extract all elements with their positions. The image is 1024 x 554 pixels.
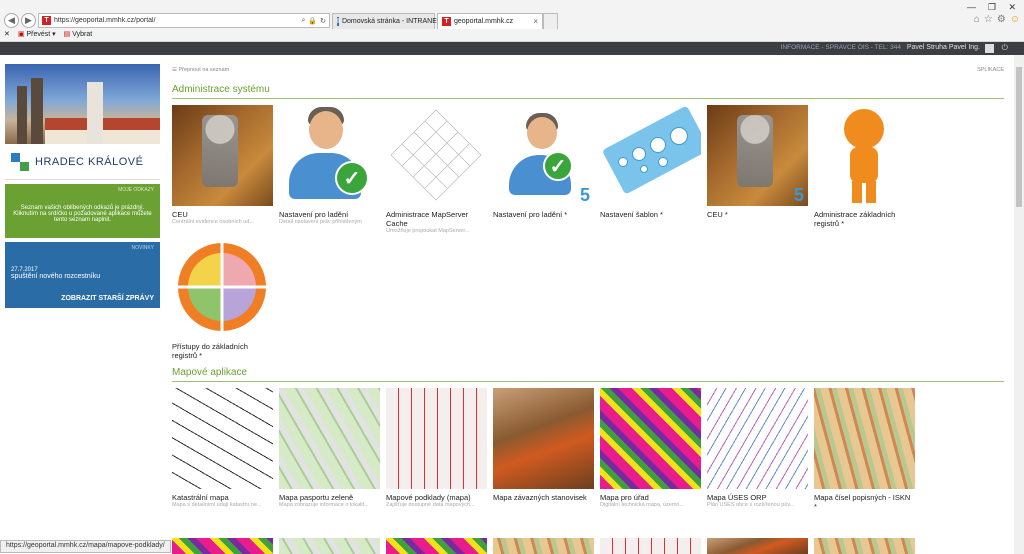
city-logo-icon bbox=[11, 152, 29, 171]
geoportal-favicon-icon: T bbox=[442, 17, 451, 26]
user-check-icon: ✓ 5 bbox=[493, 105, 594, 206]
applications-link[interactable]: SPLIKACE bbox=[977, 67, 1004, 73]
search-icon[interactable]: ⌕ bbox=[301, 17, 305, 25]
logout-icon[interactable]: ⏻ bbox=[1002, 43, 1008, 53]
tile-ceu[interactable]: CEU Centrální evidence osobních ud... bbox=[172, 105, 279, 237]
news-tag: NOVINKY bbox=[131, 245, 154, 251]
older-news-button[interactable]: ZOBRAZIT STARŠÍ ZPRÁVY bbox=[61, 295, 154, 302]
scrollbar-thumb[interactable] bbox=[1016, 67, 1022, 207]
topbar-info: INFORMACE - SPRAVCE OIS - TEL: 344 Pavel… bbox=[780, 44, 980, 51]
tile-base-maps[interactable]: Mapové podklady (mapa) Zajišťuje dostupn… bbox=[386, 388, 493, 520]
favorites-box: MOJE ODKAZY Seznam vašich oblíbených odk… bbox=[5, 184, 160, 238]
house-numbers-map-thumbnail bbox=[814, 388, 915, 489]
registry-circle-drawing bbox=[178, 243, 266, 331]
map-thumbnail[interactable] bbox=[493, 538, 594, 554]
uses-map-thumbnail bbox=[707, 388, 808, 489]
refresh-icon[interactable]: ↻ bbox=[320, 17, 326, 25]
lock-icon[interactable]: 🔒 bbox=[308, 17, 317, 25]
news-text[interactable]: spuštění nového rozcestníku bbox=[11, 273, 154, 280]
sidebar: HRADEC KRÁLOVÉ MOJE ODKAZY Seznam vašich… bbox=[5, 64, 160, 308]
map-thumbnail[interactable] bbox=[814, 538, 915, 554]
tile-debug-settings-5[interactable]: ✓ 5 Nastavení pro ladění * bbox=[493, 105, 600, 237]
select-icon: ▤ bbox=[63, 31, 71, 38]
keys-icon bbox=[172, 105, 273, 206]
fav-prevest[interactable]: ▣ Převést ▾ bbox=[18, 30, 56, 38]
version-5-badge: 5 bbox=[579, 185, 590, 205]
site-favicon-icon: T bbox=[42, 16, 51, 25]
tab-geoportal[interactable]: T geoportal.mmhk.cz × bbox=[437, 13, 543, 29]
tab-label: geoportal.mmhk.cz bbox=[454, 18, 514, 25]
tile-ceu-5[interactable]: 5 CEU * bbox=[707, 105, 814, 237]
tab-intranet[interactable]: I Domovská stránka - INTRANET bbox=[332, 13, 441, 29]
tile-house-numbers-map[interactable]: Mapa čísel popisných - ISKN * bbox=[814, 388, 921, 520]
main-content: ☰ Přepnout na seznam SPLIKACE Administra… bbox=[172, 64, 1004, 520]
minimize-icon[interactable]: — bbox=[967, 2, 976, 12]
news-box: NOVINKY 27.7.2017 spuštění nového rozces… bbox=[5, 242, 160, 308]
forward-icon[interactable]: ▶ bbox=[21, 13, 36, 28]
browser-chrome: ◀ ▶ T https://geoportal.mmhk.cz/portal/ … bbox=[0, 0, 1024, 42]
tile-registry-admin[interactable]: Administrace základních registrů * bbox=[814, 105, 921, 237]
convert-icon: ▣ bbox=[17, 31, 25, 38]
tile-uses-map[interactable]: Mapa ÚSES ORP Plán ÚSES obce s rozšířeno… bbox=[707, 388, 814, 520]
map-tiles: Katastrální mapa Mapa s detailními údaji… bbox=[172, 388, 1004, 520]
map-thumbnail[interactable] bbox=[600, 538, 701, 554]
tile-mapserver-cache[interactable]: Administrace MapServer Cache Umožňuje pr… bbox=[386, 105, 493, 237]
favorites-text: Seznam vašich oblíbených odkazů je prázd… bbox=[13, 205, 152, 223]
tile-greenery-map[interactable]: Mapa pasportu zeleně Mapa zobrazuje info… bbox=[279, 388, 386, 520]
section-title-maps: Mapové aplikace bbox=[172, 367, 1004, 382]
pyramid-drawing bbox=[390, 109, 482, 201]
fav-vybrat[interactable]: ▤ Vybrat bbox=[64, 30, 93, 38]
portal-topbar: INFORMACE - SPRAVCE OIS - TEL: 344 Pavel… bbox=[0, 42, 1024, 55]
tile-templates[interactable]: Nastavení šablon * bbox=[600, 105, 707, 237]
version-5-badge: 5 bbox=[793, 185, 804, 205]
user-check-icon: ✓ bbox=[279, 105, 380, 206]
admin-tiles: CEU Centrální evidence osobních ud... ✓ … bbox=[172, 105, 1004, 369]
greenery-map-thumbnail bbox=[279, 388, 380, 489]
close-tab-icon[interactable]: × bbox=[527, 17, 538, 26]
home-icon[interactable]: ⌂ bbox=[974, 14, 980, 25]
city-logo[interactable]: HRADEC KRÁLOVÉ bbox=[5, 144, 160, 180]
next-row-thumbnails bbox=[172, 538, 932, 554]
city-photo bbox=[5, 64, 160, 144]
address-text[interactable]: https://geoportal.mmhk.cz/portal/ bbox=[54, 17, 301, 24]
city-name: HRADEC KRÁLOVÉ bbox=[35, 155, 144, 168]
new-tab-button[interactable] bbox=[543, 13, 558, 29]
avatar[interactable] bbox=[985, 44, 994, 53]
gear-icon[interactable]: ⚙ bbox=[997, 14, 1006, 25]
template-ruler-icon bbox=[600, 105, 701, 206]
intranet-favicon-icon: I bbox=[337, 17, 339, 26]
favorites-tag: MOJE ODKAZY bbox=[118, 187, 154, 193]
office-map-thumbnail bbox=[600, 388, 701, 489]
restore-icon[interactable]: ❐ bbox=[988, 2, 996, 13]
base-map-thumbnail bbox=[386, 388, 487, 489]
keys-icon: 5 bbox=[707, 105, 808, 206]
smiley-icon[interactable]: ☺ bbox=[1010, 14, 1020, 25]
tile-registry-access[interactable]: Přístupy do základních registrů * bbox=[172, 237, 279, 369]
page-scrollbar[interactable] bbox=[1014, 55, 1024, 554]
map-thumbnail[interactable] bbox=[386, 538, 487, 554]
section-title-admin: Administrace systému bbox=[172, 84, 1004, 99]
address-bar[interactable]: T https://geoportal.mmhk.cz/portal/ ⌕ 🔒 … bbox=[38, 13, 330, 28]
tile-binding-opinions-map[interactable]: Mapa závazných stanovisek bbox=[493, 388, 600, 520]
tab-label: Domovská stránka - INTRANET bbox=[341, 18, 442, 25]
status-bar-url: https://geoportal.mmhk.cz/mapa/mapove-po… bbox=[0, 540, 171, 553]
grid-pyramid-icon bbox=[386, 105, 487, 206]
switch-to-list-link[interactable]: ☰ Přepnout na seznam bbox=[172, 67, 229, 73]
registry-circle-icon bbox=[172, 237, 273, 338]
cadastral-map-thumbnail bbox=[172, 388, 273, 489]
map-thumbnail[interactable] bbox=[707, 538, 808, 554]
back-icon[interactable]: ◀ bbox=[4, 13, 19, 28]
user-name[interactable]: Pavel Struha Pavel Ing. bbox=[907, 44, 980, 51]
map-thumbnail[interactable] bbox=[279, 538, 380, 554]
close-window-icon[interactable]: ✕ bbox=[1008, 2, 1016, 13]
egon-figure-icon bbox=[814, 105, 915, 206]
tile-debug-settings[interactable]: ✓ Nastavení pro ladění Detail nastavení … bbox=[279, 105, 386, 237]
excavator-thumbnail bbox=[493, 388, 594, 489]
tile-office-map[interactable]: Mapa pro úřad Digitální technická mapa, … bbox=[600, 388, 707, 520]
star-icon[interactable]: ☆ bbox=[984, 14, 993, 25]
map-thumbnail[interactable] bbox=[172, 538, 273, 554]
tile-cadastral-map[interactable]: Katastrální mapa Mapa s detailními údaji… bbox=[172, 388, 279, 520]
close-favbar-icon[interactable]: ✕ bbox=[4, 30, 10, 38]
